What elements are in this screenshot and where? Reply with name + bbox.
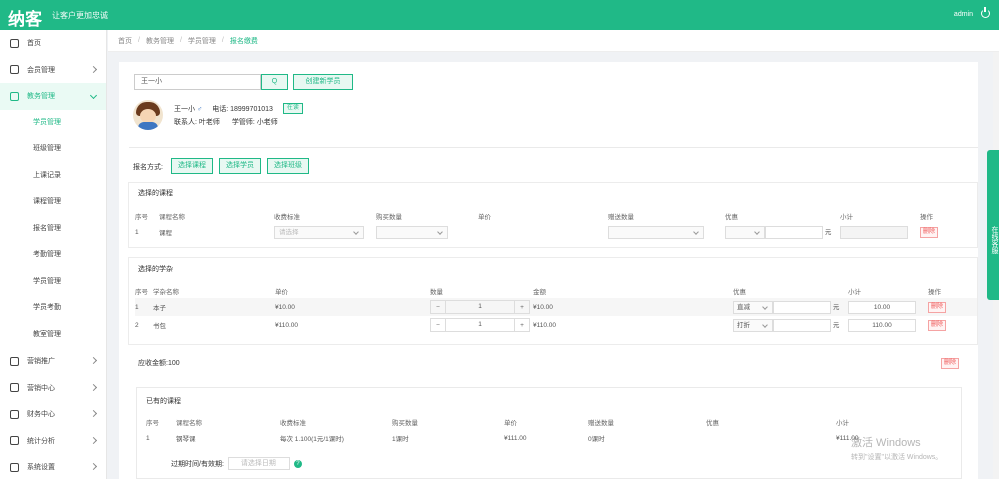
contact-name: 叶老师 bbox=[198, 119, 220, 126]
sidebar-item-member[interactable]: 会员管理 bbox=[0, 57, 106, 84]
sidebar-subitem[interactable]: 上课记录 bbox=[0, 163, 106, 190]
sidebar-item-settings[interactable]: 系统设置 bbox=[0, 454, 106, 479]
create-student-button[interactable]: 创建新学员 bbox=[293, 74, 353, 90]
subtotal-field bbox=[840, 225, 908, 239]
goods-table: 序号 学杂名称 单价 数量 金额 优惠 小计 操作 1 本子 ¥10.00 −1… bbox=[135, 284, 977, 334]
fee-select[interactable]: 请选择 bbox=[274, 225, 364, 239]
sidebar: 首页 会员管理 教务管理 学员管理 班级管理 上课记录 课程管理 报名管理 考勤… bbox=[0, 30, 107, 479]
sidebar-subitem[interactable]: 报名管理 bbox=[0, 216, 106, 243]
delete-button[interactable]: 删除 bbox=[928, 301, 947, 313]
discount-input[interactable] bbox=[765, 225, 823, 239]
select-student-button[interactable]: 选择学员 bbox=[219, 158, 261, 174]
help-icon[interactable]: ? bbox=[293, 459, 302, 468]
sidebar-item-center[interactable]: 营销中心 bbox=[0, 375, 106, 402]
chevron-right-icon bbox=[89, 383, 98, 391]
select-course-button[interactable]: 选择课程 bbox=[171, 158, 213, 174]
owned-courses-table: 序号 课程名称 收费标准 购买数量 单价 赠送数量 优惠 小计 1 钢琴课 每次… bbox=[146, 415, 956, 447]
student-info: 王一小 ♂ 电话: 18999701013 在读 bbox=[174, 103, 303, 114]
owned-courses-title: 已有的课程 bbox=[146, 398, 181, 405]
top-bar: 纳客 让客户更加忠诚 admin bbox=[0, 0, 999, 30]
sidebar-item-academic[interactable]: 教务管理 bbox=[0, 83, 106, 110]
online-service-tab[interactable]: 在线客服 bbox=[987, 150, 999, 300]
male-icon: ♂ bbox=[196, 105, 203, 113]
table-row: 1 钢琴课 每次 1.100(1元/1课时) 1课时 ¥111.00 0课时 ¥… bbox=[146, 434, 859, 444]
book-icon bbox=[10, 91, 19, 101]
status-badge: 在读 bbox=[282, 103, 303, 114]
total-amount: 应收金额:100 bbox=[138, 360, 180, 367]
quantity-stepper[interactable]: −1 + bbox=[430, 318, 530, 332]
center-icon bbox=[10, 383, 19, 393]
discount-input[interactable] bbox=[773, 300, 831, 314]
advisor-name: 小老师 bbox=[256, 119, 278, 126]
discount-select[interactable]: 直减 bbox=[733, 300, 773, 314]
subtotal-field[interactable]: 110.00 bbox=[848, 318, 916, 332]
sidebar-subitem[interactable]: 班级管理 bbox=[0, 136, 106, 163]
chevron-right-icon bbox=[89, 436, 98, 444]
sidebar-subitem[interactable]: 课程管理 bbox=[0, 189, 106, 216]
windows-watermark: 激活 Windows 转到"设置"以激活 Windows。 bbox=[851, 437, 943, 461]
delete-button[interactable]: 删除 bbox=[941, 358, 960, 369]
student-name: 王一小 bbox=[174, 105, 195, 113]
avatar bbox=[133, 100, 163, 130]
breadcrumb-current: 报名缴费 bbox=[229, 37, 258, 45]
table-row: 1 本子 ¥10.00 −1 + ¥10.00 直减 元 10.00 删除 bbox=[135, 298, 977, 316]
gift-select[interactable] bbox=[608, 225, 704, 239]
marketing-icon bbox=[10, 356, 19, 366]
student-phone: 18999701013 bbox=[230, 105, 273, 113]
settings-icon bbox=[10, 462, 19, 472]
divider bbox=[129, 147, 978, 148]
sidebar-item-home[interactable]: 首页 bbox=[0, 30, 106, 57]
discount-input[interactable] bbox=[773, 318, 831, 332]
user-menu[interactable]: admin bbox=[954, 11, 973, 18]
sidebar-subitem[interactable]: 考勤管理 bbox=[0, 242, 106, 269]
home-icon bbox=[10, 38, 19, 48]
logout-icon[interactable] bbox=[981, 7, 990, 18]
chevron-down-icon bbox=[89, 91, 98, 100]
sidebar-item-finance[interactable]: 财务中心 bbox=[0, 401, 106, 428]
delete-button[interactable]: 删除 bbox=[928, 319, 947, 331]
chevron-right-icon bbox=[89, 462, 98, 471]
breadcrumb: 首页 / 教务管理 / 学员管理 / 报名缴费 bbox=[108, 30, 999, 52]
table-row: 1 课程 请选择 元 删除 bbox=[135, 223, 977, 241]
search-input[interactable]: 王一小 bbox=[134, 74, 261, 90]
breadcrumb-item[interactable]: 学员管理 bbox=[188, 36, 216, 46]
sidebar-subitem[interactable]: 学员管理 bbox=[0, 269, 106, 296]
subtotal-field[interactable]: 10.00 bbox=[848, 300, 916, 314]
member-icon bbox=[10, 65, 19, 75]
sidebar-subitem[interactable]: 学员管理 bbox=[0, 110, 106, 137]
delete-button[interactable]: 删除 bbox=[920, 226, 939, 238]
quantity-stepper[interactable]: −1 + bbox=[430, 300, 530, 314]
select-class-button[interactable]: 选择班级 bbox=[267, 158, 309, 174]
sidebar-item-stats[interactable]: 统计分析 bbox=[0, 428, 106, 455]
table-row: 2 书包 ¥110.00 −1 + ¥110.00 打折 元 110.00 删除 bbox=[135, 316, 977, 334]
course-section-title: 选择的课程 bbox=[138, 190, 173, 197]
chevron-right-icon bbox=[89, 65, 98, 73]
finance-icon bbox=[10, 409, 19, 419]
student-contact: 联系人: 叶老师 学管师: 小老师 bbox=[174, 119, 278, 126]
discount-select[interactable]: 打折 bbox=[733, 318, 773, 332]
chevron-right-icon bbox=[89, 409, 98, 418]
logo: 纳客 bbox=[8, 10, 42, 29]
course-table: 序号 课程名称 收费标准 购买数量 单价 赠送数量 优惠 小计 操作 1 课程 … bbox=[135, 209, 977, 241]
search-button[interactable]: Q bbox=[261, 74, 288, 90]
sidebar-subitem[interactable]: 学员考勤 bbox=[0, 295, 106, 322]
stats-icon bbox=[10, 436, 19, 446]
breadcrumb-item[interactable]: 教务管理 bbox=[146, 36, 174, 46]
slogan: 让客户更加忠诚 bbox=[52, 11, 108, 20]
goods-section-title: 选择的学杂 bbox=[138, 266, 173, 273]
enroll-way-label: 报名方式: bbox=[133, 164, 163, 171]
main-panel: 王一小 Q 创建新学员 王一小 ♂ 电话: 18999701013 在读 联系人… bbox=[119, 62, 978, 479]
sidebar-subitem[interactable]: 教室管理 bbox=[0, 322, 106, 349]
sidebar-item-marketing[interactable]: 营销推广 bbox=[0, 348, 106, 375]
discount-select[interactable] bbox=[725, 225, 765, 239]
date-input[interactable]: 请选择日期 bbox=[227, 457, 290, 470]
chevron-right-icon bbox=[89, 356, 98, 365]
quantity-select[interactable] bbox=[376, 225, 448, 239]
expiry-row: 过期时间/有效期: 请选择日期 ? bbox=[171, 457, 302, 470]
breadcrumb-item[interactable]: 首页 bbox=[118, 36, 132, 46]
